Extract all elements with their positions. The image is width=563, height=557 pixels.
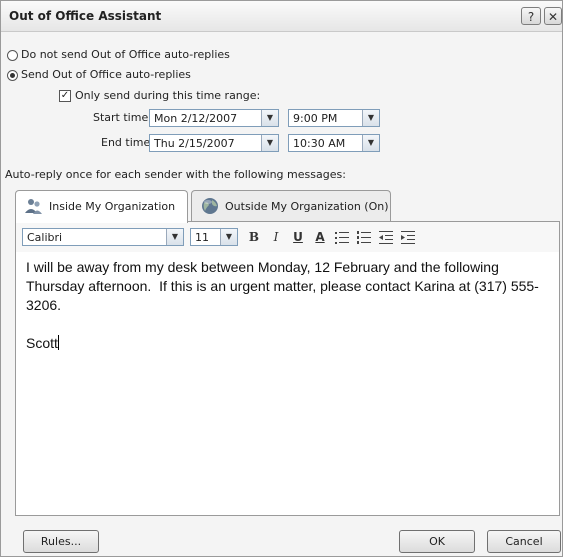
radio-do-not-send-label[interactable]: Do not send Out of Office auto-replies	[21, 48, 230, 61]
tab-outside-label: Outside My Organization (On)	[225, 200, 389, 213]
end-time-label: End time:	[101, 136, 154, 149]
chevron-down-icon[interactable]: ▼	[362, 110, 379, 126]
chevron-down-icon[interactable]: ▼	[220, 229, 237, 245]
italic-button[interactable]: I	[268, 228, 284, 246]
tab-inside-label: Inside My Organization	[49, 200, 176, 213]
message-editor[interactable]: I will be away from my desk between Mond…	[26, 258, 551, 508]
bullets-icon[interactable]	[334, 228, 350, 246]
start-date-value: Mon 2/12/2007	[154, 112, 238, 125]
font-name-combo[interactable]: Calibri ▼	[22, 228, 184, 246]
chevron-down-icon[interactable]: ▼	[261, 110, 278, 126]
rules-button[interactable]: Rules...	[23, 530, 99, 553]
radio-send-label[interactable]: Send Out of Office auto-replies	[21, 68, 191, 81]
underline-button[interactable]: U	[290, 228, 306, 246]
end-date-value: Thu 2/15/2007	[154, 137, 235, 150]
font-color-button[interactable]: A	[312, 228, 328, 246]
tab-outside-organization[interactable]: Outside My Organization (On)	[191, 190, 391, 221]
font-name-value: Calibri	[27, 231, 63, 244]
out-of-office-dialog: Out of Office Assistant ? ✕ Do not send …	[0, 0, 563, 557]
bold-button[interactable]: B	[246, 228, 262, 246]
end-date-combo[interactable]: Thu 2/15/2007 ▼	[149, 134, 279, 152]
message-paragraph: I will be away from my desk between Mond…	[26, 259, 539, 313]
help-button[interactable]: ?	[521, 7, 541, 25]
chevron-down-icon[interactable]: ▼	[261, 135, 278, 151]
start-time-value: 9:00 PM	[293, 112, 338, 125]
people-icon	[25, 199, 42, 214]
increase-indent-icon[interactable]	[400, 228, 416, 246]
auto-reply-label: Auto-reply once for each sender with the…	[5, 168, 346, 181]
text-caret	[57, 335, 59, 350]
chevron-down-icon[interactable]: ▼	[362, 135, 379, 151]
font-size-combo[interactable]: 11 ▼	[190, 228, 238, 246]
globe-icon	[202, 198, 218, 214]
font-size-value: 11	[195, 231, 209, 244]
time-range-label[interactable]: Only send during this time range:	[75, 89, 260, 102]
radio-do-not-send[interactable]	[7, 50, 18, 61]
title-bar: Out of Office Assistant ? ✕	[1, 1, 562, 32]
close-button[interactable]: ✕	[544, 7, 562, 25]
start-time-combo[interactable]: 9:00 PM ▼	[288, 109, 380, 127]
time-range-checkbox[interactable]: ✓	[59, 90, 71, 102]
message-signature-line: Scott	[26, 334, 551, 353]
ok-button[interactable]: OK	[399, 530, 475, 553]
numbering-icon[interactable]	[356, 228, 372, 246]
tab-inside-organization[interactable]: Inside My Organization	[15, 190, 188, 223]
end-time-combo[interactable]: 10:30 AM ▼	[288, 134, 380, 152]
start-date-combo[interactable]: Mon 2/12/2007 ▼	[149, 109, 279, 127]
radio-send[interactable]	[7, 70, 18, 81]
start-time-label: Start time:	[93, 111, 152, 124]
message-panel: Calibri ▼ 11 ▼ B I U A I will be away fr…	[15, 221, 560, 516]
message-signature: Scott	[26, 335, 58, 351]
formatting-toolbar: Calibri ▼ 11 ▼ B I U A	[16, 222, 559, 252]
decrease-indent-icon[interactable]	[378, 228, 394, 246]
dialog-title: Out of Office Assistant	[9, 9, 162, 23]
end-time-value: 10:30 AM	[293, 137, 346, 150]
chevron-down-icon[interactable]: ▼	[166, 229, 183, 245]
cancel-button[interactable]: Cancel	[487, 530, 561, 553]
